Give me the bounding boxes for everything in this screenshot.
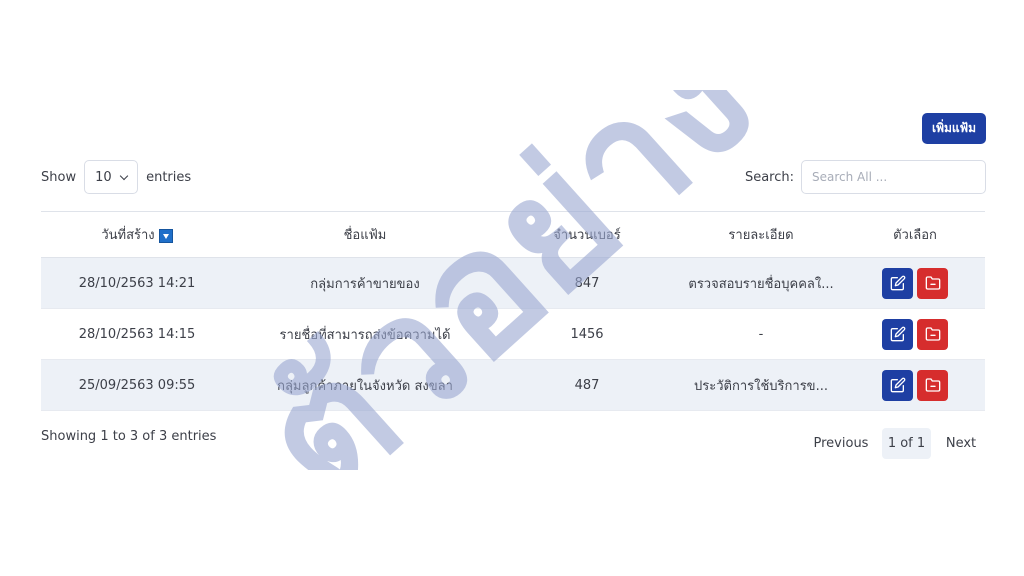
delete-button[interactable] — [917, 369, 948, 401]
entries-length-value: 10 — [95, 169, 112, 185]
cell-detail: - — [677, 308, 845, 360]
table-row: 28/10/2563 14:15 รายชื่อที่สามารถส่งข้อค… — [41, 308, 985, 360]
search-label: Search: — [744, 169, 794, 185]
edit-button[interactable] — [882, 318, 913, 350]
cell-options — [845, 359, 985, 411]
edit-icon — [890, 275, 905, 291]
cell-name: กลุ่มลูกค้าภายในจังหวัด สงขลา — [233, 359, 497, 411]
folder-minus-icon — [925, 276, 940, 290]
cell-count: 487 — [497, 359, 677, 411]
folder-minus-icon — [925, 378, 940, 392]
add-folder-button[interactable]: เพิ่มแฟ้ม — [922, 113, 986, 144]
cell-detail: ตรวจสอบรายชื่อบุคคลใ... — [677, 257, 845, 309]
current-page-indicator[interactable]: 1 of 1 — [882, 428, 931, 459]
cell-options — [845, 308, 985, 360]
cell-name: กลุ่มการค้าขายของ — [233, 257, 497, 309]
entries-length-control: Show 10 entries — [41, 160, 191, 194]
cell-name: รายชื่อที่สามารถส่งข้อความได้ — [233, 308, 497, 360]
column-header-name[interactable]: ชื่อแฟ้ม — [233, 211, 497, 258]
column-header-count[interactable]: จำนวนเบอร์ — [497, 211, 677, 258]
cell-created: 28/10/2563 14:15 — [41, 308, 233, 360]
previous-page-button[interactable]: Previous — [808, 428, 874, 459]
edit-icon — [890, 377, 905, 393]
edit-button[interactable] — [882, 267, 913, 299]
edit-icon — [890, 326, 905, 342]
entries-length-select[interactable]: 10 — [84, 160, 139, 194]
search-control: Search: — [745, 160, 986, 194]
table-header-row: วันที่สร้าง ชื่อแฟ้ม จำนวนเบอร์ รายละเอี… — [41, 211, 985, 258]
column-header-detail[interactable]: รายละเอียด — [677, 211, 845, 258]
sort-desc-icon[interactable] — [158, 228, 173, 243]
table-row: 28/10/2563 14:21 กลุ่มการค้าขายของ 847 ต… — [41, 257, 985, 309]
table-info: Showing 1 to 3 of 3 entries — [41, 429, 217, 444]
cell-detail: ประวัติการใช้บริการข... — [677, 359, 845, 411]
delete-button[interactable] — [917, 318, 948, 350]
show-label: Show — [41, 169, 77, 185]
cell-options — [845, 257, 985, 309]
search-input[interactable] — [801, 160, 986, 194]
cell-count: 1456 — [497, 308, 677, 360]
table-row: 25/09/2563 09:55 กลุ่มลูกค้าภายในจังหวัด… — [41, 359, 985, 411]
folder-minus-icon — [925, 327, 940, 341]
cell-count: 847 — [497, 257, 677, 309]
chevron-down-icon — [119, 171, 129, 180]
edit-button[interactable] — [882, 369, 913, 401]
cell-created: 25/09/2563 09:55 — [41, 359, 233, 411]
column-header-options: ตัวเลือก — [845, 211, 985, 258]
entries-label: entries — [146, 169, 192, 185]
delete-button[interactable] — [917, 267, 948, 299]
pagination: Previous 1 of 1 Next — [808, 428, 983, 459]
next-page-button[interactable]: Next — [939, 428, 983, 459]
folders-table: วันที่สร้าง ชื่อแฟ้ม จำนวนเบอร์ รายละเอี… — [41, 211, 985, 411]
column-header-created[interactable]: วันที่สร้าง — [41, 211, 233, 258]
cell-created: 28/10/2563 14:21 — [41, 257, 233, 309]
